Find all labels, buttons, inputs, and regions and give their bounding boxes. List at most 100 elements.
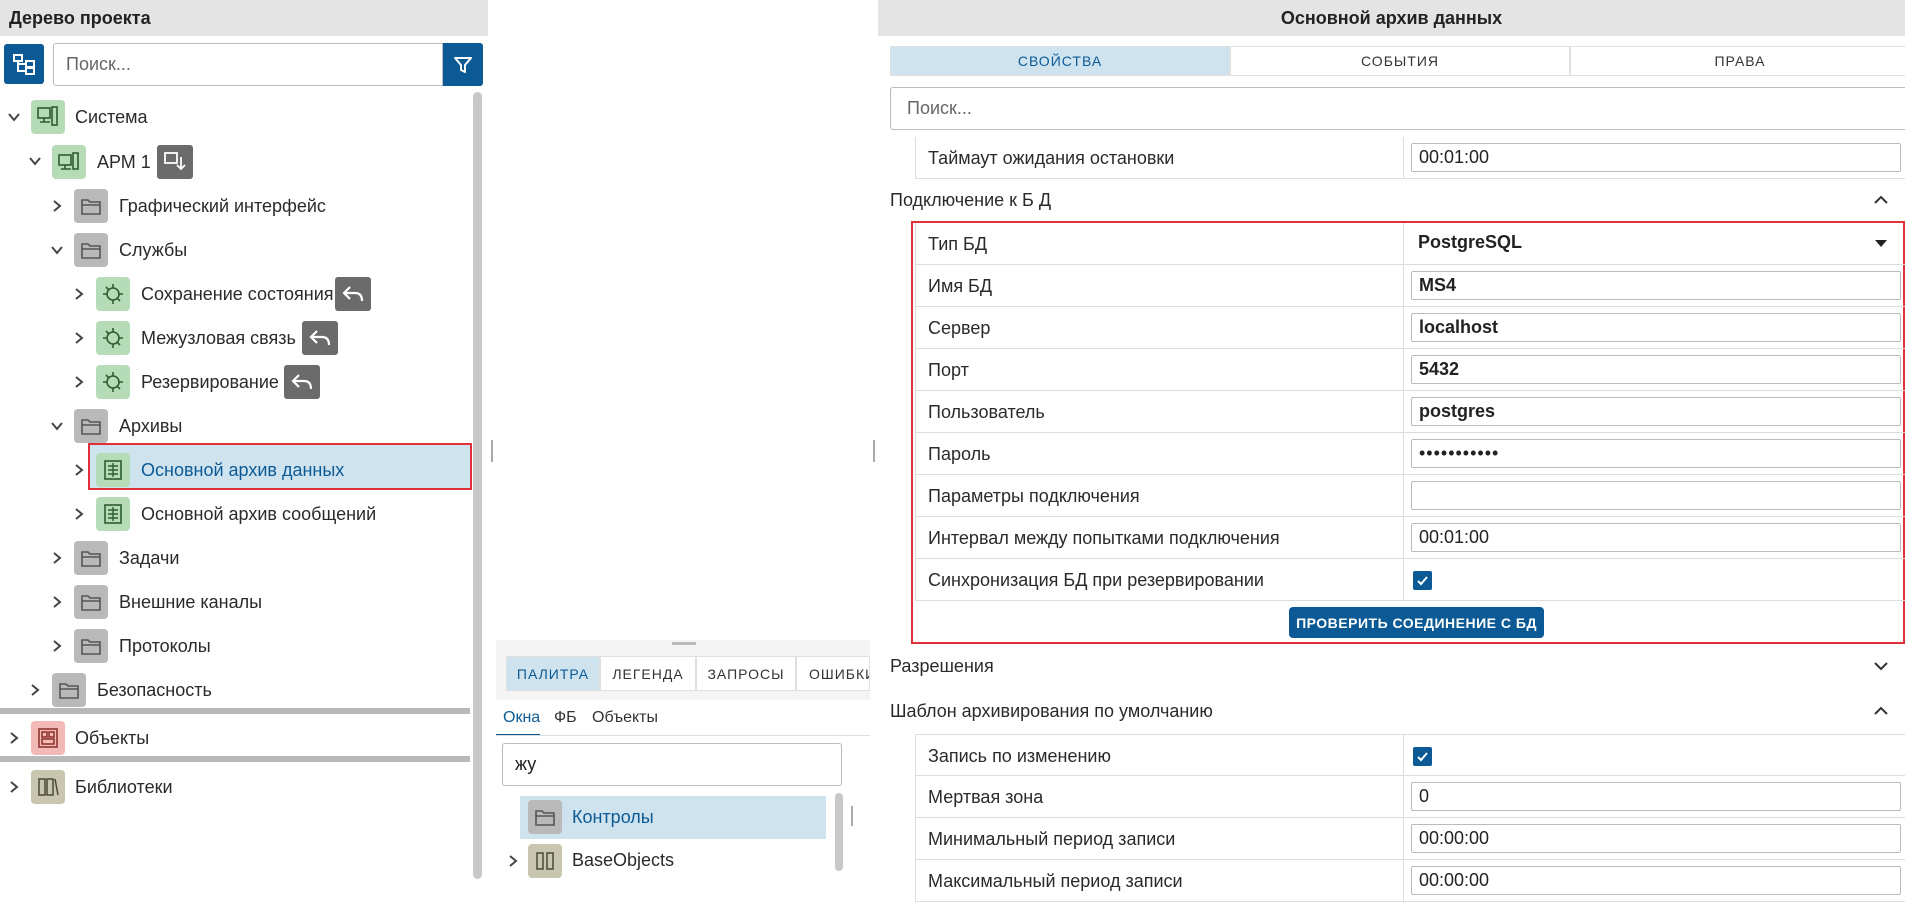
workstation-icon — [52, 145, 86, 179]
property-label: Параметры подключения — [928, 486, 1140, 506]
chevron-right-icon[interactable] — [70, 461, 88, 479]
chevron-up-icon[interactable] — [1872, 702, 1890, 720]
undo-icon[interactable] — [284, 365, 320, 399]
chevron-down-icon[interactable] — [1872, 657, 1890, 675]
section-archive-template[interactable]: Шаблон архивирования по умолчанию — [890, 692, 1900, 730]
column-divider — [1403, 475, 1404, 517]
tree-search-input[interactable] — [53, 43, 443, 86]
tree-label-graphic-ui[interactable]: Графический интерфейс — [119, 187, 326, 225]
chevron-right-icon[interactable] — [5, 778, 23, 796]
property-label: Тип БД — [928, 234, 988, 254]
property-label: Пароль — [928, 444, 991, 464]
subtab-windows[interactable]: Окна — [503, 700, 540, 736]
property-row: Сервер localhost — [915, 307, 1905, 349]
palette-search-input[interactable] — [502, 743, 842, 786]
tab-queries[interactable]: ЗАПРОСЫ — [696, 656, 796, 691]
folder-icon — [74, 189, 108, 223]
stop-timeout-field[interactable]: 00:01:00 — [1411, 143, 1901, 172]
tree-label-external-channels[interactable]: Внешние каналы — [119, 583, 262, 621]
tree-view-button[interactable] — [4, 44, 44, 84]
min-period-field[interactable]: 00:00:00 — [1411, 824, 1901, 853]
tree-label-tasks[interactable]: Задачи — [119, 539, 179, 577]
properties-tabs: СВОЙСТВА СОБЫТИЯ ПРАВА — [890, 46, 1905, 76]
objects-icon — [31, 721, 65, 755]
chevron-up-icon[interactable] — [1872, 191, 1890, 209]
chevron-right-icon[interactable] — [48, 637, 66, 655]
selected-list-item[interactable] — [520, 796, 826, 839]
folder-icon — [74, 585, 108, 619]
server-field[interactable]: localhost — [1411, 313, 1901, 342]
property-label: Порт — [928, 360, 969, 380]
tree-label-security[interactable]: Безопасность — [97, 671, 212, 709]
property-row: Минимальный период записи 00:00:00 — [915, 818, 1905, 860]
tree-scrollbar[interactable] — [473, 92, 482, 879]
chevron-right-icon[interactable] — [48, 549, 66, 567]
panel-splitter[interactable] — [491, 440, 493, 462]
list-item-baseobjects[interactable]: BaseObjects — [572, 839, 674, 882]
property-row: Параметры подключения — [915, 475, 1905, 517]
tree-label-main-data-archive[interactable]: Основной архив данных — [141, 451, 344, 489]
tab-rights[interactable]: ПРАВА — [1570, 46, 1905, 76]
tree-label-internode[interactable]: Межузловая связь — [141, 319, 296, 357]
db-type-select[interactable]: PostgreSQL — [1411, 229, 1901, 258]
tree-label-protocols[interactable]: Протоколы — [119, 627, 211, 665]
filter-button[interactable] — [443, 43, 483, 86]
properties-search-input[interactable] — [890, 87, 1905, 130]
chevron-right-icon[interactable] — [70, 329, 88, 347]
property-label: Интервал между попытками подключения — [928, 528, 1280, 548]
on-change-checkbox[interactable] — [1413, 747, 1432, 766]
tree-label-main-msg-archive[interactable]: Основной архив сообщений — [141, 495, 376, 533]
tab-properties[interactable]: СВОЙСТВА — [890, 46, 1230, 76]
tab-palette[interactable]: ПАЛИТРА — [506, 656, 600, 691]
tree-label-objects[interactable]: Объекты — [75, 719, 149, 757]
dead-zone-field[interactable]: 0 — [1411, 782, 1901, 811]
tree-label-state-save[interactable]: Сохранение состояния — [141, 275, 334, 313]
chevron-down-icon[interactable] — [48, 417, 66, 435]
chevron-right-icon[interactable] — [504, 852, 522, 870]
chevron-down-icon[interactable] — [48, 241, 66, 259]
tree-label-reservation[interactable]: Резервирование — [141, 363, 279, 401]
port-field[interactable]: 5432 — [1411, 355, 1901, 384]
panel-splitter[interactable] — [873, 440, 875, 462]
max-period-field[interactable]: 00:00:00 — [1411, 866, 1901, 895]
tab-errors[interactable]: ОШИБКИ — [796, 656, 870, 691]
subtab-fb[interactable]: ФБ — [554, 700, 577, 736]
folder-icon — [52, 673, 86, 707]
archive-icon — [96, 497, 130, 531]
resize-handle[interactable] — [672, 642, 696, 645]
tree-label-archives[interactable]: Архивы — [119, 407, 182, 445]
tab-events[interactable]: СОБЫТИЯ — [1230, 46, 1570, 76]
chevron-down-icon[interactable] — [26, 152, 44, 170]
user-field[interactable]: postgres — [1411, 397, 1901, 426]
tab-legend[interactable]: ЛЕГЕНДА — [600, 656, 696, 691]
palette-scrollbar[interactable] — [835, 793, 843, 871]
password-field[interactable]: ••••••••••• — [1411, 439, 1901, 468]
chevron-down-icon[interactable] — [5, 108, 23, 126]
tree-label-services[interactable]: Службы — [119, 231, 187, 269]
check-connection-button[interactable]: ПРОВЕРИТЬ СОЕДИНЕНИЕ С БД — [1289, 607, 1544, 638]
connection-params-field[interactable] — [1411, 481, 1901, 510]
tree-label-libraries[interactable]: Библиотеки — [75, 768, 173, 806]
list-item-controls[interactable]: Контролы — [572, 796, 654, 839]
subtab-objects[interactable]: Объекты — [592, 700, 658, 736]
undo-icon[interactable] — [335, 277, 371, 311]
tree-label-system[interactable]: Система — [75, 98, 148, 136]
chevron-right-icon[interactable] — [48, 593, 66, 611]
tree-label-arm[interactable]: АРМ 1 — [97, 143, 151, 181]
deploy-icon[interactable] — [157, 145, 193, 179]
chevron-right-icon[interactable] — [48, 197, 66, 215]
property-row: Мертвая зона 0 — [915, 776, 1905, 818]
chevron-right-icon[interactable] — [70, 285, 88, 303]
db-name-field[interactable]: MS4 — [1411, 271, 1901, 300]
sync-checkbox[interactable] — [1413, 571, 1432, 590]
undo-icon[interactable] — [302, 321, 338, 355]
section-title: Подключение к Б Д — [890, 190, 1052, 210]
archive-icon — [96, 453, 130, 487]
retry-interval-field[interactable]: 00:01:00 — [1411, 523, 1901, 552]
section-permissions[interactable]: Разрешения — [890, 647, 1900, 685]
section-db-connection[interactable]: Подключение к Б Д — [890, 181, 1900, 219]
chevron-right-icon[interactable] — [70, 373, 88, 391]
chevron-right-icon[interactable] — [26, 681, 44, 699]
chevron-right-icon[interactable] — [70, 505, 88, 523]
chevron-right-icon[interactable] — [5, 729, 23, 747]
